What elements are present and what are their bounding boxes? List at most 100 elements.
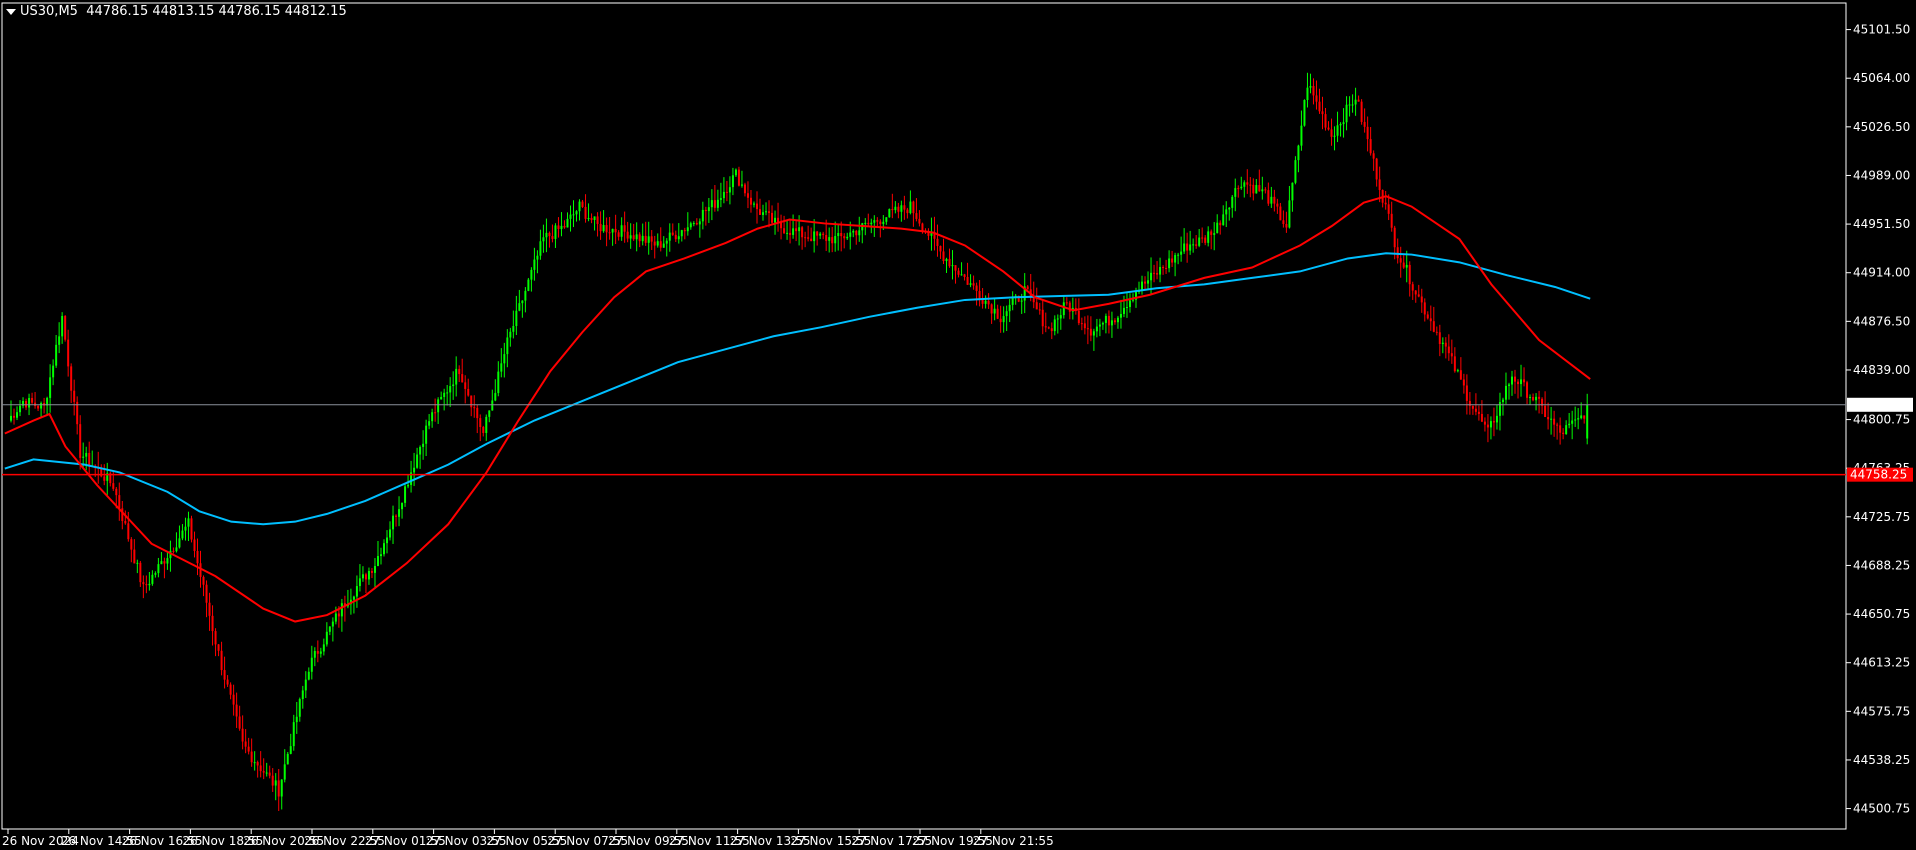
candle-bull	[873, 220, 876, 223]
candle-bull	[1441, 342, 1444, 344]
candle-bull	[136, 562, 139, 564]
candle-bull	[870, 222, 873, 225]
candle-bear	[795, 228, 798, 232]
bid-price-label: 44812.15	[1850, 398, 1907, 412]
candle-bear	[1523, 379, 1526, 383]
candle-bull	[509, 331, 512, 338]
candle-bear	[1113, 320, 1116, 323]
candle-bull	[1565, 425, 1568, 434]
candle-bull	[677, 236, 680, 240]
candle-bull	[1177, 254, 1180, 256]
candle-bull	[383, 543, 385, 555]
candle-bear	[1547, 417, 1550, 420]
candle-bull	[786, 232, 789, 234]
dropdown-triangle-icon[interactable]	[6, 8, 16, 15]
candle-bear	[1162, 267, 1165, 269]
candle-bull	[719, 198, 722, 200]
candle-bear	[683, 230, 686, 232]
candle-bull	[274, 780, 277, 786]
candle-bull	[1189, 244, 1192, 251]
candle-bear	[650, 236, 653, 242]
candle-bull	[1489, 421, 1492, 428]
y-tick-label: 44951.50	[1853, 217, 1910, 231]
candle-bull	[587, 218, 590, 220]
candle-bull	[55, 344, 58, 366]
candle-bear	[223, 670, 226, 680]
candle-bear	[1330, 129, 1333, 137]
candle-bull	[698, 221, 701, 225]
candle-bull	[774, 217, 777, 223]
candle-bear	[1083, 323, 1086, 329]
candle-bull	[731, 175, 734, 188]
candle-bull	[1261, 189, 1264, 192]
candle-bear	[810, 238, 813, 242]
candle-bull	[358, 578, 361, 587]
candle-bull	[533, 259, 536, 270]
candle-bull	[1128, 300, 1131, 308]
candle-bull	[951, 265, 954, 267]
candle-bull	[1207, 231, 1210, 243]
candle-bull	[298, 699, 301, 717]
y-tick-label: 44914.00	[1853, 266, 1910, 280]
y-tick-label: 44725.75	[1853, 510, 1910, 524]
candle-bear	[1393, 227, 1396, 248]
candle-bear	[713, 200, 716, 208]
candle-bull	[1297, 145, 1300, 161]
candle-bear	[1387, 204, 1390, 214]
candle-bear	[897, 206, 900, 212]
candle-bear	[163, 561, 166, 564]
candle-bear	[1038, 309, 1041, 311]
candle-bear	[1517, 381, 1520, 385]
candle-bear	[337, 613, 340, 617]
candle-bear	[879, 221, 882, 224]
candle-bear	[1459, 370, 1462, 380]
candle-bear	[1107, 315, 1110, 326]
candle-bear	[470, 395, 473, 408]
candle-bear	[557, 225, 560, 230]
candle-bear	[1153, 272, 1156, 274]
candle-bull	[355, 586, 358, 597]
candle-bear	[1285, 223, 1288, 228]
y-tick-label: 44688.25	[1853, 558, 1910, 572]
candle-bear	[1438, 332, 1441, 344]
candle-bear	[1462, 379, 1465, 386]
candle-bear	[1471, 405, 1474, 409]
candle-bull	[181, 530, 184, 539]
candle-bear	[1420, 296, 1423, 303]
candle-bull	[1342, 122, 1345, 125]
candle-bull	[265, 772, 268, 774]
candle-bull	[1405, 264, 1408, 268]
y-tick-label: 45026.50	[1853, 120, 1910, 134]
candle-bear	[1544, 405, 1547, 418]
candle-bear	[190, 518, 193, 540]
candle-bull	[560, 225, 563, 230]
candle-bear	[217, 644, 220, 651]
candle-bear	[73, 390, 76, 402]
candle-bull	[419, 446, 422, 455]
candle-bull	[527, 279, 530, 291]
candle-bull	[40, 402, 43, 409]
symbol-label: US30,M5	[20, 4, 78, 19]
candle-bull	[319, 651, 322, 654]
candle-bull	[1255, 185, 1258, 194]
price-chart[interactable]: 45101.50 45064.00 45026.50 44989.00 44951.50…	[0, 0, 1916, 850]
candle-bear	[1447, 346, 1450, 354]
candle-bear	[825, 235, 828, 241]
candle-bear	[921, 223, 924, 231]
candle-bull	[1333, 135, 1336, 137]
candle-bear	[31, 398, 34, 403]
candle-bear	[831, 237, 834, 244]
candle-bull	[175, 547, 178, 552]
candle-bull	[1180, 251, 1183, 255]
candle-bull	[1303, 100, 1306, 126]
candle-bear	[725, 191, 728, 193]
candle-bull	[762, 212, 765, 215]
candle-bear	[771, 212, 774, 223]
candle-bear	[626, 231, 629, 239]
candle-bear	[103, 476, 106, 481]
candle-bull	[945, 258, 948, 262]
y-tick-label: 44650.75	[1853, 607, 1910, 621]
candle-bull	[1174, 255, 1177, 263]
candle-bear	[37, 405, 40, 409]
candle-bull	[692, 223, 695, 225]
